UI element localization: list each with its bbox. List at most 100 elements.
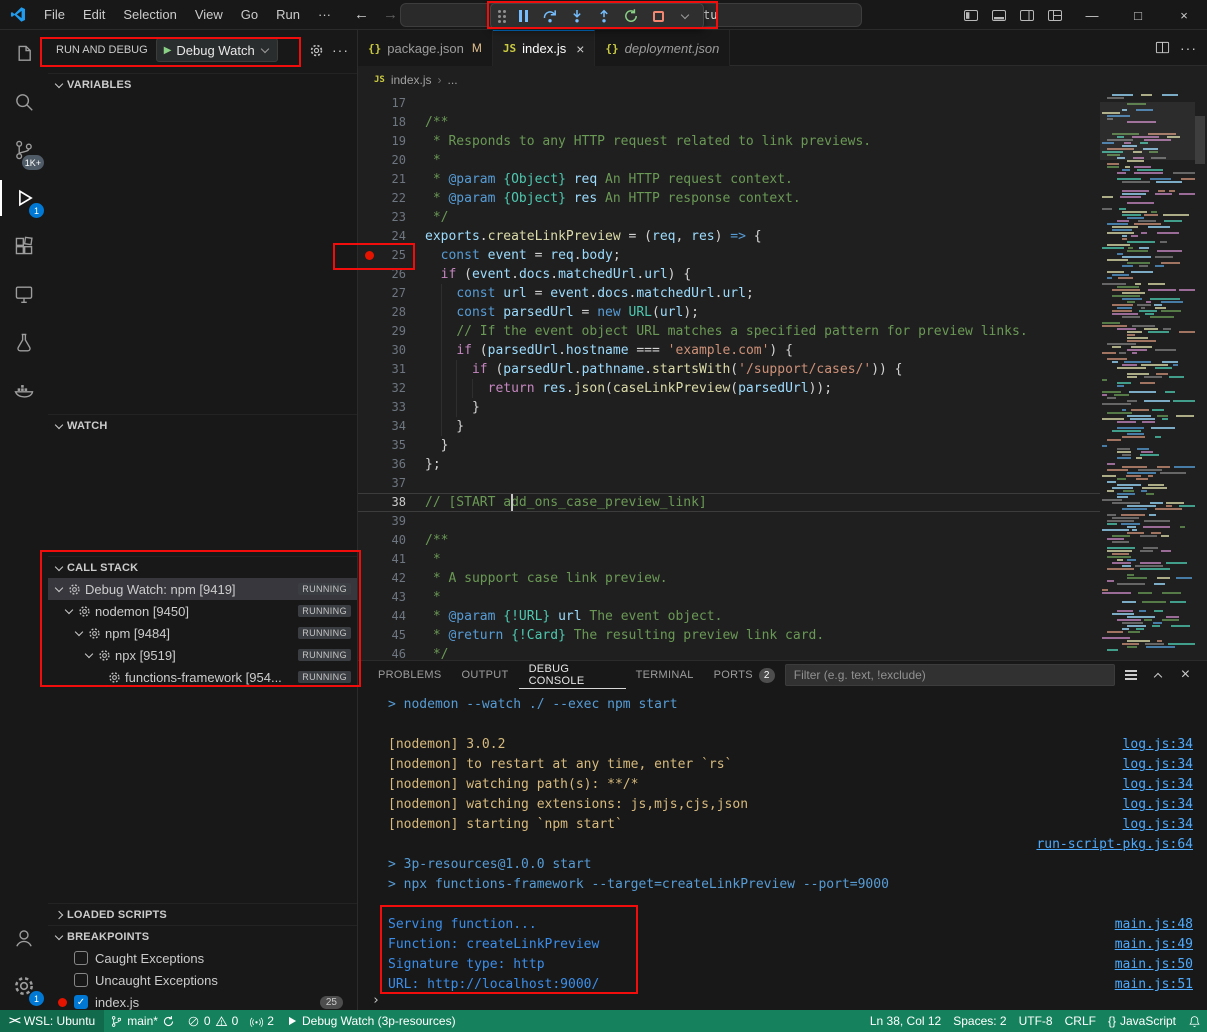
- activity-run-and-debug[interactable]: 1: [0, 174, 48, 222]
- cursor-position[interactable]: Ln 38, Col 12: [864, 1010, 947, 1032]
- menu-item[interactable]: Go: [232, 0, 267, 30]
- call-stack-row[interactable]: Debug Watch: npm [9419]RUNNING: [48, 578, 357, 600]
- gutter[interactable]: 19: [358, 132, 425, 151]
- chevron-down-icon[interactable]: [74, 628, 84, 638]
- step-into-button[interactable]: [565, 5, 589, 27]
- code-area[interactable]: 1718/**19 * Responds to any HTTP request…: [358, 94, 1100, 660]
- activity-explorer[interactable]: [0, 30, 48, 78]
- code-line[interactable]: 31 if (parsedUrl.pathname.startsWith('/s…: [358, 360, 1100, 379]
- checkbox[interactable]: ✓: [74, 995, 88, 1009]
- section-breakpoints[interactable]: BREAKPOINTS: [48, 925, 357, 947]
- code-line[interactable]: 18/**: [358, 113, 1100, 132]
- step-out-button[interactable]: [592, 5, 616, 27]
- code-line[interactable]: 17: [358, 94, 1100, 113]
- checkbox[interactable]: [74, 951, 88, 965]
- gutter[interactable]: 24: [358, 227, 425, 246]
- breakpoint-dot[interactable]: [365, 251, 374, 260]
- debug-status[interactable]: Debug Watch (3p-resources): [280, 1010, 462, 1032]
- tab-deployment.json[interactable]: {}deployment.json: [595, 30, 730, 66]
- close-panel-icon[interactable]: ×: [1174, 664, 1197, 686]
- code-line[interactable]: 32 return res.json(caseLinkPreview(parse…: [358, 379, 1100, 398]
- panel-tab-output[interactable]: OUTPUT: [452, 661, 519, 689]
- section-call-stack[interactable]: CALL STACK: [48, 556, 357, 578]
- panel-tab-ports[interactable]: PORTS2: [704, 661, 785, 689]
- gutter[interactable]: 43: [358, 588, 425, 607]
- chevron-down-icon[interactable]: [54, 584, 64, 594]
- source-link[interactable]: run-script-pkg.js:64: [1016, 835, 1193, 855]
- activity-source-control[interactable]: 1K+: [0, 126, 48, 174]
- activity-account[interactable]: [0, 914, 48, 962]
- code-line[interactable]: 21 * @param {Object} req An HTTP request…: [358, 170, 1100, 189]
- toggle-secondary-sidebar-icon[interactable]: [1013, 0, 1041, 30]
- code-line[interactable]: 35 }: [358, 436, 1100, 455]
- code-line[interactable]: 39: [358, 512, 1100, 531]
- source-link[interactable]: log.js:34: [1103, 815, 1193, 835]
- gutter[interactable]: 39: [358, 512, 425, 531]
- tab-package.json[interactable]: {}package.jsonM: [358, 30, 493, 66]
- code-line[interactable]: 45 * @return {!Card} The resulting previ…: [358, 626, 1100, 645]
- editor-scrollbar[interactable]: [1195, 94, 1207, 660]
- breakpoint-row[interactable]: Uncaught Exceptions: [48, 969, 357, 991]
- menu-item[interactable]: File: [35, 0, 74, 30]
- gutter[interactable]: 26: [358, 265, 425, 284]
- code-line[interactable]: 28 const parsedUrl = new URL(url);: [358, 303, 1100, 322]
- stop-button[interactable]: [646, 5, 670, 27]
- ports-indicator[interactable]: 2: [244, 1010, 280, 1032]
- checkbox[interactable]: [74, 973, 88, 987]
- code-line[interactable]: 19 * Responds to any HTTP request relate…: [358, 132, 1100, 151]
- gutter[interactable]: 30: [358, 341, 425, 360]
- gutter[interactable]: 35: [358, 436, 425, 455]
- customize-layout-icon[interactable]: [1041, 0, 1069, 30]
- code-line[interactable]: 46 */: [358, 645, 1100, 660]
- branch-indicator[interactable]: main*: [104, 1010, 181, 1032]
- forward-arrow-icon[interactable]: →: [383, 6, 398, 23]
- console-prompt[interactable]: ›: [372, 993, 380, 1008]
- activity-settings[interactable]: 1: [0, 962, 48, 1010]
- gutter[interactable]: 18: [358, 113, 425, 132]
- menu-item[interactable]: Edit: [74, 0, 114, 30]
- call-stack-row[interactable]: functions-framework [954...RUNNING: [48, 666, 357, 688]
- gutter[interactable]: 31: [358, 360, 425, 379]
- panel-tab-terminal[interactable]: TERMINAL: [626, 661, 704, 689]
- code-line[interactable]: 26 if (event.docs.matchedUrl.url) {: [358, 265, 1100, 284]
- breakpoint-row[interactable]: Caught Exceptions: [48, 947, 357, 969]
- activity-remote-explorer[interactable]: [0, 270, 48, 318]
- breadcrumb[interactable]: JS index.js › ...: [358, 66, 1207, 94]
- close-icon[interactable]: ×: [576, 41, 584, 57]
- gutter[interactable]: 21: [358, 170, 425, 189]
- call-stack-row[interactable]: npx [9519]RUNNING: [48, 644, 357, 666]
- gutter[interactable]: 34: [358, 417, 425, 436]
- split-editor-icon[interactable]: [1155, 40, 1170, 55]
- code-line[interactable]: 25 const event = req.body;: [358, 246, 1100, 265]
- code-line[interactable]: 43 *: [358, 588, 1100, 607]
- restart-button[interactable]: [619, 5, 643, 27]
- activity-docker[interactable]: [0, 366, 48, 414]
- gutter[interactable]: 37: [358, 474, 425, 493]
- more-actions-icon[interactable]: ···: [1180, 40, 1197, 56]
- source-link[interactable]: main.js:49: [1095, 935, 1193, 955]
- gutter[interactable]: 42: [358, 569, 425, 588]
- launch-config-dropdown[interactable]: ▶ Debug Watch: [156, 38, 278, 62]
- minimize-button[interactable]: —: [1069, 0, 1115, 30]
- source-link[interactable]: main.js:50: [1095, 955, 1193, 975]
- activity-testing[interactable]: [0, 318, 48, 366]
- activity-search[interactable]: [0, 78, 48, 126]
- maximize-button[interactable]: □: [1115, 0, 1161, 30]
- gutter[interactable]: 40: [358, 531, 425, 550]
- section-loaded-scripts[interactable]: LOADED SCRIPTS: [48, 903, 357, 925]
- gutter[interactable]: 38: [358, 493, 425, 512]
- gear-icon[interactable]: [309, 43, 324, 58]
- toggle-panel-icon[interactable]: [985, 0, 1013, 30]
- section-watch[interactable]: WATCH: [48, 414, 357, 436]
- code-line[interactable]: 29 // If the event object URL matches a …: [358, 322, 1100, 341]
- code-line[interactable]: 22 * @param {Object} res An HTTP respons…: [358, 189, 1100, 208]
- activity-extensions[interactable]: [0, 222, 48, 270]
- gutter[interactable]: 25: [358, 246, 425, 265]
- toggle-sidebar-icon[interactable]: [957, 0, 985, 30]
- code-line[interactable]: 40/**: [358, 531, 1100, 550]
- gutter[interactable]: 28: [358, 303, 425, 322]
- gutter[interactable]: 46: [358, 645, 425, 660]
- code-line[interactable]: 20 *: [358, 151, 1100, 170]
- code-line[interactable]: 42 * A support case link preview.: [358, 569, 1100, 588]
- gutter[interactable]: 41: [358, 550, 425, 569]
